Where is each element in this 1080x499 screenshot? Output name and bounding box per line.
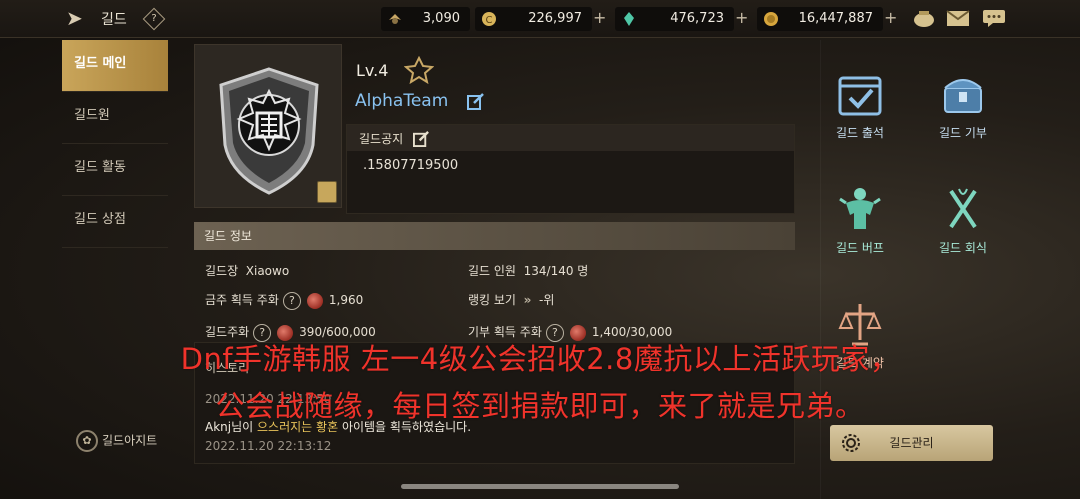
nav-guild-main[interactable]: 길드 메인 (62, 40, 168, 92)
guild-notice: 길드공지 .15807719500 (346, 124, 795, 214)
help-icon[interactable]: ? (142, 7, 166, 31)
mail-icon[interactable] (946, 8, 970, 28)
nav-guild-members[interactable]: 길드원 (62, 92, 168, 144)
page-title: 길드 (101, 12, 127, 28)
history-timestamp: 2022.11.20 22:13:12 (205, 439, 332, 453)
treasure-chest-icon (944, 79, 982, 113)
top-bar: ➤ 길드 ? 3,090 C 226,997 + 476,723 + 16,44… (0, 0, 1080, 38)
notice-text: .15807719500 (363, 158, 459, 173)
level-badge-icon (404, 56, 434, 84)
guild-coin-icon (306, 292, 323, 309)
overlay-caption-line2: 公会战随缘，每日签到捐款即可，来了就是兄弟。 (215, 389, 865, 423)
currency-medal: 16,447,887 (757, 7, 883, 31)
guild-attendance-button[interactable]: 길드 출석 (810, 70, 910, 160)
wing-icon (389, 14, 401, 24)
guild-nav: 길드 메인 길드원 길드 활동 길드 상점 (62, 40, 168, 248)
double-chevron-icon: » (523, 293, 532, 307)
svg-text:C: C (486, 15, 493, 26)
guild-screen: ➤ 길드 ? 3,090 C 226,997 + 476,723 + 16,44… (0, 0, 1080, 499)
ranking-row[interactable]: 랭킹 보기 » -위 (468, 291, 554, 308)
add-medal-button[interactable]: + (884, 7, 897, 29)
help-icon[interactable]: ? (282, 291, 301, 310)
currency-crystal: 476,723 (615, 7, 734, 31)
crystal-icon (624, 12, 634, 26)
guild-hideout-button[interactable]: ✿ 길드아지트 (76, 430, 157, 452)
guild-info-header: 길드 정보 (194, 222, 795, 250)
medal-coin-icon (764, 12, 778, 26)
edit-name-icon[interactable] (467, 92, 485, 110)
guild-emblem-panel (194, 44, 342, 208)
guild-manage-button[interactable]: 길드관리 (830, 425, 993, 461)
muscle-figure-icon (839, 188, 881, 229)
back-arrow-icon[interactable]: ➤ (66, 7, 90, 29)
overlay-caption-line1: Dnf手游韩服 左一4级公会招收2.8魔抗以上活跃玩家， (180, 342, 900, 376)
calendar-check-icon (838, 76, 882, 116)
currency-stamina: 3,090 (381, 7, 470, 31)
nav-guild-activity[interactable]: 길드 활동 (62, 144, 168, 196)
guild-level: Lv.4 (356, 61, 389, 80)
weekly-coin-row: 금주 획득 주화? 1,960 (205, 291, 363, 310)
home-indicator[interactable] (401, 484, 679, 489)
fork-knife-icon (949, 188, 977, 229)
guild-name: AlphaTeam (355, 91, 449, 111)
pot-icon[interactable] (912, 8, 936, 28)
gear-icon (842, 434, 860, 452)
guild-master-row: 길드장 Xiaowo (205, 264, 290, 278)
chat-icon[interactable] (982, 8, 1006, 28)
emblem-edit-button[interactable] (317, 181, 337, 203)
add-crystal-button[interactable]: + (735, 7, 748, 29)
edit-notice-icon[interactable] (413, 130, 430, 147)
hideout-icon: ✿ (76, 430, 98, 452)
gold-coin-icon: C (482, 12, 496, 26)
guild-donation-button[interactable]: 길드 기부 (913, 70, 1013, 160)
guild-members-row: 길드 인원 134/140 명 (468, 264, 589, 278)
add-gold-button[interactable]: + (593, 7, 606, 29)
guild-buff-button[interactable]: 길드 버프 (810, 185, 910, 275)
guild-dinner-button[interactable]: 길드 회식 (913, 185, 1013, 275)
currency-gold: C 226,997 (475, 7, 592, 31)
guild-emblem-icon (219, 67, 319, 195)
nav-guild-shop[interactable]: 길드 상점 (62, 196, 168, 248)
